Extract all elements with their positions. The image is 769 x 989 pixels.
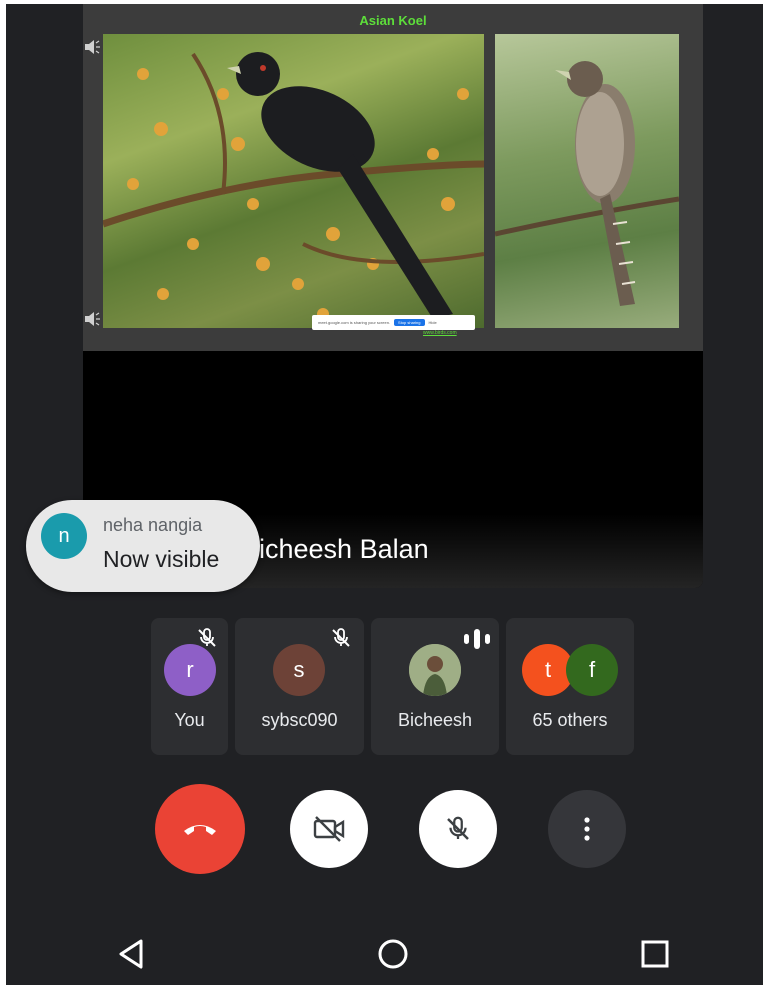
share-banner-text: meet.google.com is sharing your screen. xyxy=(318,320,391,325)
participant-tile-bicheesh[interactable]: Bicheesh xyxy=(371,618,499,755)
toast-participant-name: neha nangia xyxy=(103,515,203,535)
camera-off-icon xyxy=(313,816,345,842)
toast-status: Now visible xyxy=(103,546,220,572)
participant-name: You xyxy=(174,710,205,730)
more-vert-icon xyxy=(584,817,590,841)
visibility-toast: n neha nangia Now visible xyxy=(26,500,260,592)
shared-slide: Asian Koel meet.google.com is sharing yo… xyxy=(83,4,703,351)
participant-name: sybsc090 xyxy=(261,710,338,730)
stop-sharing-button[interactable]: Stop sharing xyxy=(394,319,425,326)
participant-tile-others[interactable]: t f 65 others xyxy=(506,618,634,755)
speaker-icon xyxy=(85,40,100,54)
avatar: r xyxy=(164,644,216,696)
avatar: f xyxy=(566,644,618,696)
presenter-name: Bicheesh Balan xyxy=(241,534,429,564)
source-link[interactable]: www.birds.com xyxy=(423,330,457,336)
avatar xyxy=(409,644,461,696)
participant-tile-sybsc090[interactable]: s sybsc090 xyxy=(235,618,364,755)
screen-share-banner: meet.google.com is sharing your screen. … xyxy=(312,315,475,330)
avatar: s xyxy=(273,644,325,696)
speaking-indicator-icon xyxy=(464,629,490,649)
microphone-toggle-button[interactable] xyxy=(419,790,497,868)
participant-name: 65 others xyxy=(532,710,608,730)
speaker-icon xyxy=(85,312,100,326)
participant-tile-you[interactable]: r You xyxy=(151,618,228,755)
meet-screen: Asian Koel meet.google.com is sharing yo… xyxy=(6,4,763,985)
hide-banner-button[interactable]: Hide xyxy=(429,320,437,325)
camera-toggle-button[interactable] xyxy=(290,790,368,868)
mic-off-icon xyxy=(447,816,469,840)
mic-off-icon xyxy=(332,628,350,647)
koel-male-photo xyxy=(103,34,484,328)
back-icon[interactable] xyxy=(112,934,152,974)
hang-up-icon xyxy=(184,825,216,835)
recents-icon[interactable] xyxy=(635,934,675,974)
avatar: n xyxy=(41,513,87,559)
more-options-button[interactable] xyxy=(548,790,626,868)
koel-female-photo xyxy=(495,34,679,328)
participant-name: Bicheesh xyxy=(397,710,473,730)
home-icon[interactable] xyxy=(373,934,413,974)
end-call-button[interactable] xyxy=(155,784,245,874)
slide-title: Asian Koel xyxy=(359,13,427,28)
